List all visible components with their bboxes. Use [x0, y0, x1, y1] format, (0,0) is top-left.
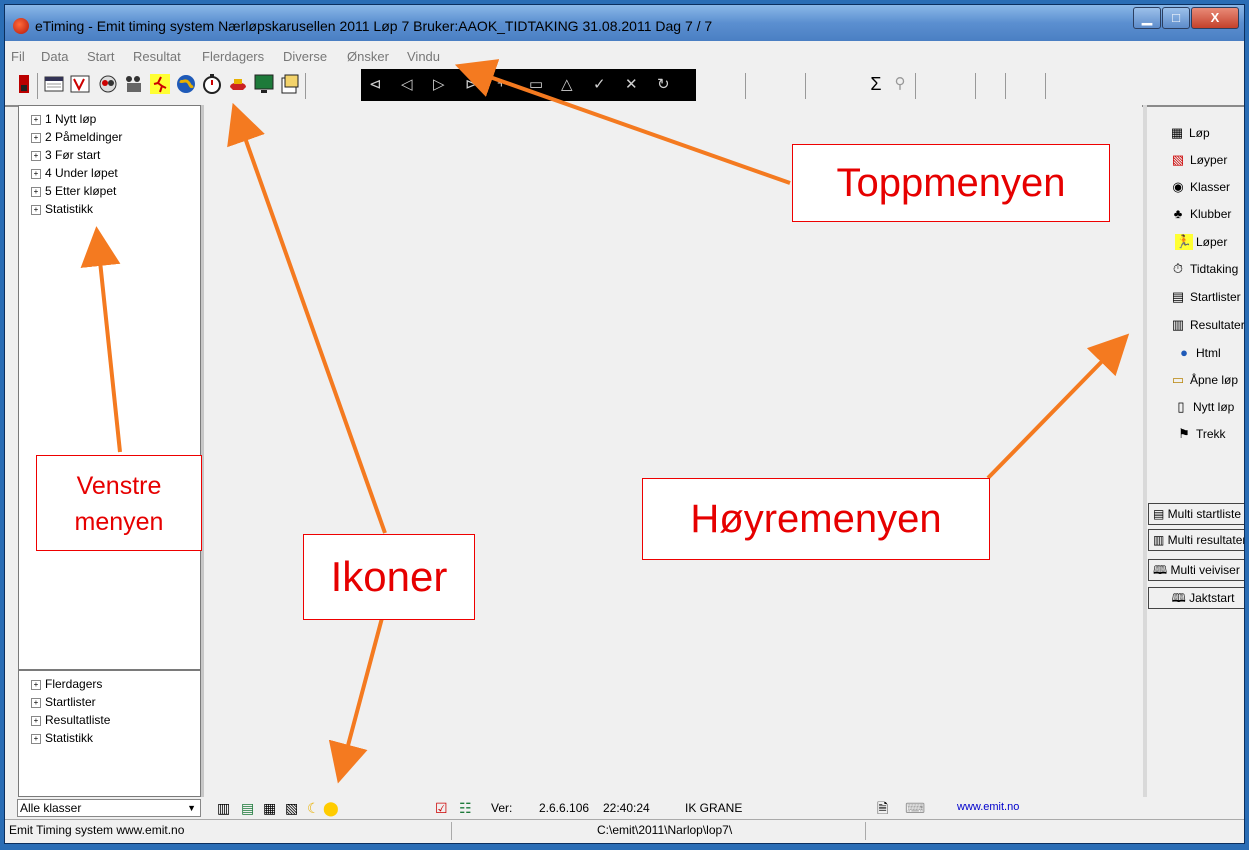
arrow-hoyremenyen: [986, 333, 1130, 480]
arrow-ikoner-down: [328, 617, 384, 784]
annotation-arrows: [80, 59, 1130, 784]
callout-ikoner: Ikoner: [303, 534, 475, 620]
arrow-venstre-menyen: [80, 226, 122, 453]
callout-venstre-menyen: Venstre menyen: [36, 455, 202, 551]
arrow-ikoner-up: [227, 102, 387, 534]
callout-toppmenyen: Toppmenyen: [792, 144, 1110, 222]
callout-hoyremenyen: Høyremenyen: [642, 478, 990, 560]
arrow-toppmenyen: [454, 59, 791, 185]
